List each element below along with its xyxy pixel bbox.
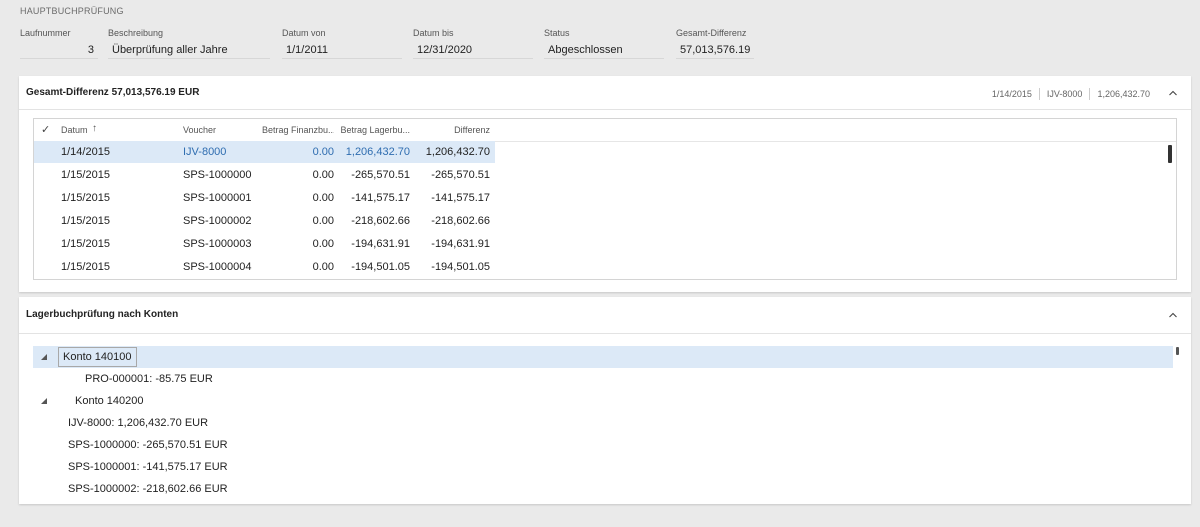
tree-leaf-label: PRO-000001: -85.75 EUR xyxy=(85,373,213,385)
cell-voucher[interactable]: SPS-1000001 xyxy=(183,192,273,204)
cell-voucher[interactable]: SPS-1000002 xyxy=(183,215,273,227)
datum-von-input[interactable]: 1/1/2011 xyxy=(282,41,402,59)
cell-betrag-finanz: 0.00 xyxy=(312,261,334,273)
tree-node-label: Konto 140100 xyxy=(58,347,137,367)
table-row[interactable]: 1/15/2015 SPS-1000000 0.00 -265,570.51 -265,… xyxy=(34,164,495,186)
cell-betrag-lager: -194,501.05 xyxy=(351,261,410,273)
column-header-differenz[interactable]: Differenz xyxy=(418,125,490,135)
status-input[interactable]: Abgeschlossen xyxy=(544,41,664,59)
cell-betrag-finanz: 0.00 xyxy=(312,215,334,227)
column-header-datum[interactable]: Datum xyxy=(61,125,88,135)
tree-node-konto[interactable]: Konto 140100 xyxy=(33,346,1173,368)
tree-leaf-label: SPS-1000000: -265,570.51 EUR xyxy=(68,439,228,451)
panel2-title: Lagerbuchprüfung nach Konten xyxy=(26,309,179,320)
beschreibung-input[interactable]: Überprüfung aller Jahre xyxy=(108,41,270,59)
cell-betrag-finanz: 0.00 xyxy=(312,169,334,181)
cell-betrag-lager: -194,631.91 xyxy=(351,238,410,250)
expand-triangle-icon[interactable] xyxy=(41,354,47,360)
summary-amount: 1,206,432.70 xyxy=(1089,88,1157,100)
tree-leaf-label: SPS-1000001: -141,575.17 EUR xyxy=(68,461,228,473)
tree-scrollbar-thumb[interactable] xyxy=(1176,347,1179,355)
datum-bis-label: Datum bis xyxy=(413,28,454,38)
tree-leaf[interactable]: SPS-1000001: -141,575.17 EUR xyxy=(33,456,1163,478)
cell-datum: 1/15/2015 xyxy=(61,261,110,273)
datum-bis-input[interactable]: 12/31/2020 xyxy=(413,41,533,59)
cell-differenz: -265,570.51 xyxy=(431,169,490,181)
tree-node-label: Konto 140200 xyxy=(75,395,144,407)
cell-betrag-finanz: 0.00 xyxy=(312,146,334,158)
sort-ascending-icon: ↑ xyxy=(92,123,97,134)
cell-betrag-lager: -265,570.51 xyxy=(351,169,410,181)
cell-betrag-finanz: 0.00 xyxy=(312,238,334,250)
column-header-voucher[interactable]: Voucher xyxy=(183,125,216,135)
cell-differenz: -218,602.66 xyxy=(431,215,490,227)
voucher-grid: ✓ Datum ↑ Voucher Betrag Finanzbu... Bet… xyxy=(33,118,1177,280)
tree-leaf-label: SPS-1000002: -218,602.66 EUR xyxy=(68,483,228,495)
table-row[interactable]: 1/15/2015 SPS-1000003 0.00 -194,631.91 -194,… xyxy=(34,233,495,255)
cell-betrag-finanz: 0.00 xyxy=(312,192,334,204)
gesamt-differenz-panel: Gesamt-Differenz 57,013,576.19 EUR 1/14/… xyxy=(19,76,1191,292)
cell-differenz: 1,206,432.70 xyxy=(425,146,490,158)
cell-differenz: -141,575.17 xyxy=(431,192,490,204)
grid-scrollbar-thumb[interactable] xyxy=(1168,145,1172,163)
status-field: Status Abgeschlossen xyxy=(544,28,664,59)
select-all-check-icon[interactable]: ✓ xyxy=(41,123,50,136)
cell-datum: 1/15/2015 xyxy=(61,215,110,227)
page-caption: HAUPTBUCHPRÜFUNG xyxy=(20,6,124,16)
datum-von-field: Datum von 1/1/2011 xyxy=(282,28,402,59)
panel2-header[interactable]: Lagerbuchprüfung nach Konten xyxy=(19,297,1191,334)
grid-header: ✓ Datum ↑ Voucher Betrag Finanzbu... Bet… xyxy=(34,119,1176,142)
cell-voucher[interactable]: SPS-1000003 xyxy=(183,238,273,250)
gesamt-differenz-input[interactable]: 57,013,576.19 xyxy=(676,41,754,59)
panel1-summary: 1/14/2015 IJV-8000 1,206,432.70 xyxy=(985,88,1157,100)
tree-node-konto[interactable]: Konto 140200 xyxy=(33,390,1163,412)
table-row[interactable]: 1/14/2015 IJV-8000 0.00 1,206,432.70 1,206,4… xyxy=(34,141,495,163)
cell-betrag-lager: -218,602.66 xyxy=(351,215,410,227)
table-row[interactable]: 1/15/2015 SPS-1000001 0.00 -141,575.17 -141,… xyxy=(34,187,495,209)
laufnummer-field: Laufnummer 3 xyxy=(20,28,98,59)
cell-differenz: -194,501.05 xyxy=(431,261,490,273)
tree-leaf[interactable]: SPS-1000002: -218,602.66 EUR xyxy=(33,478,1163,500)
column-header-betrag-finanz[interactable]: Betrag Finanzbu... xyxy=(262,125,334,135)
expand-triangle-icon[interactable] xyxy=(41,398,47,404)
panel1-title: Gesamt-Differenz 57,013,576.19 EUR xyxy=(26,87,200,98)
gesamt-differenz-label: Gesamt-Differenz xyxy=(676,28,747,38)
table-row[interactable]: 1/15/2015 SPS-1000002 0.00 -218,602.66 -218,… xyxy=(34,210,495,232)
gesamt-differenz-field: Gesamt-Differenz 57,013,576.19 xyxy=(676,28,754,59)
tree-leaf[interactable]: IJV-8000: 1,206,432.70 EUR xyxy=(33,412,1163,434)
tree-leaf-label: IJV-8000: 1,206,432.70 EUR xyxy=(68,417,209,429)
summary-date: 1/14/2015 xyxy=(991,89,1032,99)
laufnummer-label: Laufnummer xyxy=(20,28,71,38)
lagerbuchpruefung-panel: Lagerbuchprüfung nach Konten Konto 14010… xyxy=(19,297,1191,504)
laufnummer-input[interactable]: 3 xyxy=(20,41,98,59)
cell-betrag-lager: 1,206,432.70 xyxy=(345,146,410,158)
cell-datum: 1/15/2015 xyxy=(61,192,110,204)
chevron-up-icon[interactable] xyxy=(1169,89,1177,97)
datum-von-label: Datum von xyxy=(282,28,326,38)
cell-datum: 1/14/2015 xyxy=(61,146,110,158)
summary-voucher: IJV-8000 xyxy=(1038,88,1090,100)
status-label: Status xyxy=(544,28,570,38)
tree-leaf[interactable]: SPS-1000000: -265,570.51 EUR xyxy=(33,434,1163,456)
cell-voucher[interactable]: SPS-1000004 xyxy=(183,261,273,273)
chevron-up-icon[interactable] xyxy=(1169,311,1177,319)
table-row[interactable]: 1/15/2015 SPS-1000004 0.00 -194,501.05 -194,… xyxy=(34,256,495,278)
cell-betrag-lager: -141,575.17 xyxy=(351,192,410,204)
tree-leaf[interactable]: PRO-000001: -85.75 EUR xyxy=(33,368,1163,390)
panel1-header[interactable]: Gesamt-Differenz 57,013,576.19 EUR 1/14/… xyxy=(19,76,1191,110)
beschreibung-field: Beschreibung Überprüfung aller Jahre xyxy=(108,28,270,59)
column-header-betrag-lager[interactable]: Betrag Lagerbu... xyxy=(340,125,410,135)
cell-voucher[interactable]: SPS-1000000 xyxy=(183,169,273,181)
cell-voucher[interactable]: IJV-8000 xyxy=(183,146,273,158)
cell-datum: 1/15/2015 xyxy=(61,169,110,181)
cell-differenz: -194,631.91 xyxy=(431,238,490,250)
beschreibung-label: Beschreibung xyxy=(108,28,164,38)
cell-datum: 1/15/2015 xyxy=(61,238,110,250)
datum-bis-field: Datum bis 12/31/2020 xyxy=(413,28,533,59)
